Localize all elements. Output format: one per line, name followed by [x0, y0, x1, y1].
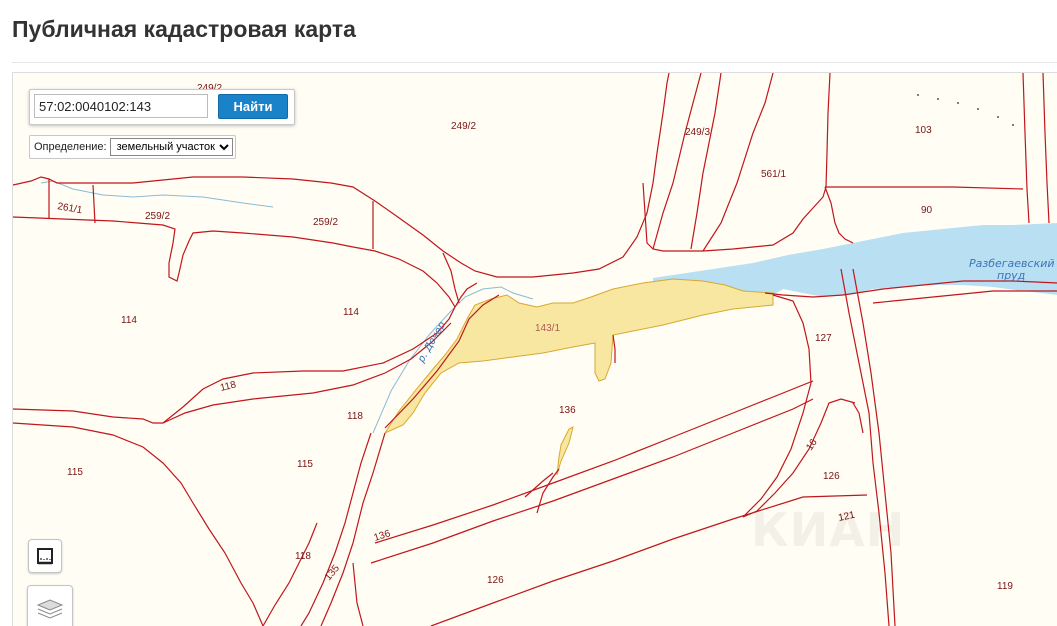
- definition-label: Определение:: [34, 141, 107, 153]
- definition-select[interactable]: земельный участок: [109, 138, 233, 156]
- parcel-label: 136: [559, 405, 576, 416]
- parcel-label: 259/2: [145, 211, 170, 222]
- pond-label: пруд: [997, 269, 1025, 282]
- ruler-icon: [37, 548, 53, 565]
- cadastral-map[interactable]: 249/2 249/2 249/3 103 561/1 90 261/1 259…: [12, 72, 1057, 626]
- selected-parcel-sliver[interactable]: [556, 426, 574, 476]
- parcel-label: 118: [295, 551, 311, 562]
- parcel-label: 249/3: [685, 127, 710, 138]
- parcel-label: 261/1: [56, 201, 83, 216]
- survey-dots: [917, 94, 1014, 126]
- layers-icon: [36, 599, 64, 619]
- layers-button[interactable]: [27, 585, 73, 626]
- find-button[interactable]: Найти: [218, 94, 288, 119]
- selected-parcel-143-1[interactable]: [383, 278, 774, 435]
- parcel-label: 249/2: [451, 121, 476, 132]
- parcel-label: 135: [323, 563, 342, 583]
- search-panel: Найти: [29, 89, 295, 125]
- parcel-label: 561/1: [761, 169, 786, 180]
- parcel-label: 114: [343, 307, 359, 318]
- parcel-label: 118: [347, 411, 363, 422]
- parcel-label: 114: [121, 315, 137, 326]
- parcel-label: 90: [921, 205, 933, 216]
- watermark: КИАН: [751, 503, 906, 557]
- definition-panel: Определение: земельный участок: [29, 135, 236, 159]
- parcel-label: 115: [67, 467, 83, 478]
- parcel-label: 259/2: [313, 217, 338, 228]
- parcel-label: 126: [487, 575, 504, 586]
- river-line: [40, 180, 274, 208]
- parcel-label: 103: [915, 125, 932, 136]
- parcel-label: 126: [823, 471, 840, 482]
- parcel-label: 115: [297, 459, 313, 470]
- parcel-label: 16: [804, 437, 820, 453]
- parcel-label: 143/1: [535, 323, 560, 334]
- ruler-button[interactable]: [28, 539, 62, 573]
- parcel-label: 127: [815, 333, 832, 344]
- page-title: Публичная кадастровая карта: [12, 16, 356, 42]
- parcel-label: 119: [997, 581, 1013, 592]
- parcel-label: 118: [219, 379, 238, 394]
- cadastral-search-input[interactable]: [34, 94, 208, 118]
- title-divider: [12, 62, 1057, 63]
- parcel-label: 136: [373, 528, 393, 544]
